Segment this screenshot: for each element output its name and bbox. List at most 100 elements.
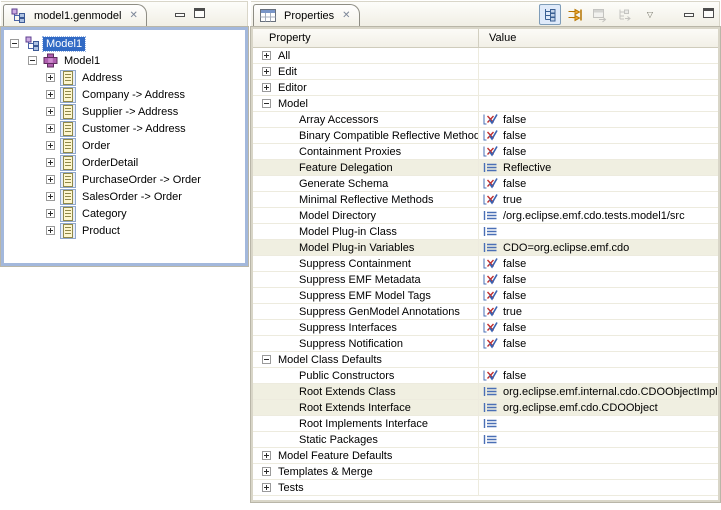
expander-icon[interactable] — [262, 99, 271, 108]
tree-item-label: Model1 — [43, 37, 85, 51]
properties-tabstrip: Properties ✕ — [251, 1, 720, 27]
column-header-value[interactable]: Value — [479, 32, 718, 44]
tree-item[interactable]: Order — [4, 137, 245, 154]
property-row[interactable]: Model Plug-in Variables CDO=org.eclipse.… — [253, 240, 718, 256]
property-row[interactable]: Suppress GenModel Annotations true — [253, 304, 718, 320]
restore-default-value-button[interactable] — [589, 4, 611, 25]
property-row[interactable]: Editor — [253, 80, 718, 96]
minimize-icon[interactable] — [175, 13, 185, 17]
property-value: false — [503, 114, 526, 126]
view-menu-icon: ▽ — [647, 11, 653, 19]
expander-icon[interactable] — [28, 56, 37, 65]
expander-icon[interactable] — [262, 355, 271, 364]
property-row[interactable]: Model Class Defaults — [253, 352, 718, 368]
expander-icon[interactable] — [46, 192, 55, 201]
expander-icon[interactable] — [46, 158, 55, 167]
genmodel-file-icon — [10, 8, 26, 24]
tree-item[interactable]: Model1 — [4, 35, 245, 52]
expander-icon[interactable] — [46, 141, 55, 150]
expander-icon[interactable] — [46, 226, 55, 235]
genmodel-icon — [24, 36, 40, 52]
class-icon — [60, 172, 76, 188]
expander-icon[interactable] — [262, 67, 271, 76]
class-icon — [60, 87, 76, 103]
property-row[interactable]: Containment Proxies false — [253, 144, 718, 160]
class-icon — [60, 121, 76, 137]
tab-properties[interactable]: Properties ✕ — [253, 4, 360, 27]
expander-icon[interactable] — [46, 90, 55, 99]
property-row[interactable]: Array Accessors false — [253, 112, 718, 128]
minimize-icon[interactable] — [684, 13, 694, 17]
expander-icon[interactable] — [46, 73, 55, 82]
expander-icon[interactable] — [262, 83, 271, 92]
show-categories-button[interactable] — [539, 4, 561, 25]
property-row[interactable]: Suppress Interfaces false — [253, 320, 718, 336]
property-name: Suppress GenModel Annotations — [299, 306, 460, 318]
property-name: Public Constructors — [299, 370, 394, 382]
tree-item[interactable]: PurchaseOrder -> Order — [4, 171, 245, 188]
property-row[interactable]: Edit — [253, 64, 718, 80]
property-value: false — [503, 146, 526, 158]
class-icon — [60, 206, 76, 222]
expander-icon[interactable] — [46, 124, 55, 133]
genmodel-tree: Model1 Model1 Address — [1, 27, 248, 266]
tree-item-label: Customer -> Address — [79, 122, 189, 136]
property-row[interactable]: Static Packages — [253, 432, 718, 448]
property-row[interactable]: Model Plug-in Class — [253, 224, 718, 240]
tree-item[interactable]: Model1 — [4, 52, 245, 69]
show-advanced-properties-button[interactable] — [564, 4, 586, 25]
tree-item-label: Order — [79, 139, 113, 153]
property-row[interactable]: Root Extends Interface org.eclipse.emf.c… — [253, 400, 718, 416]
property-row[interactable]: Tests — [253, 480, 718, 496]
tree-item[interactable]: Category — [4, 205, 245, 222]
close-icon[interactable]: ✕ — [342, 10, 350, 21]
column-header-property[interactable]: Property — [253, 29, 479, 47]
property-row[interactable]: Minimal Reflective Methods true — [253, 192, 718, 208]
pin-to-selection-button[interactable] — [614, 4, 636, 25]
tab-model1-genmodel[interactable]: model1.genmodel ✕ — [3, 4, 147, 27]
property-row[interactable]: Suppress Containment false — [253, 256, 718, 272]
properties-header-row: Property Value — [253, 29, 718, 48]
boolean-value-icon — [483, 337, 498, 350]
expander-icon[interactable] — [262, 51, 271, 60]
property-row[interactable]: Suppress Notification false — [253, 336, 718, 352]
property-row[interactable]: Suppress EMF Model Tags false — [253, 288, 718, 304]
tree-item[interactable]: OrderDetail — [4, 154, 245, 171]
property-row[interactable]: Generate Schema false — [253, 176, 718, 192]
tree-item[interactable]: SalesOrder -> Order — [4, 188, 245, 205]
expander-icon[interactable] — [46, 107, 55, 116]
expander-icon[interactable] — [46, 175, 55, 184]
tree-item[interactable]: Company -> Address — [4, 86, 245, 103]
expander-icon[interactable] — [262, 483, 271, 492]
property-row[interactable]: Feature Delegation Reflective — [253, 160, 718, 176]
property-row[interactable]: Binary Compatible Reflective Methods fal… — [253, 128, 718, 144]
property-row[interactable]: Root Extends Class org.eclipse.emf.inter… — [253, 384, 718, 400]
show-categories-icon — [542, 7, 558, 23]
maximize-icon[interactable] — [194, 8, 205, 18]
view-menu-button[interactable]: ▽ — [639, 4, 661, 25]
tree-item[interactable]: Product — [4, 222, 245, 239]
text-value-icon — [483, 401, 498, 414]
expander-icon[interactable] — [262, 467, 271, 476]
close-icon[interactable]: ✕ — [129, 10, 137, 21]
class-icon — [60, 138, 76, 154]
property-row[interactable]: Suppress EMF Metadata false — [253, 272, 718, 288]
property-row[interactable]: All — [253, 48, 718, 64]
maximize-icon[interactable] — [703, 8, 714, 18]
property-row[interactable]: Model Directory /org.eclipse.emf.cdo.tes… — [253, 208, 718, 224]
expander-icon[interactable] — [10, 39, 19, 48]
expander-icon[interactable] — [46, 209, 55, 218]
property-name: Array Accessors — [299, 114, 378, 126]
property-name: Static Packages — [299, 434, 378, 446]
property-row[interactable]: Root Implements Interface — [253, 416, 718, 432]
property-row[interactable]: Model Feature Defaults — [253, 448, 718, 464]
tree-item[interactable]: Address — [4, 69, 245, 86]
class-icon — [60, 70, 76, 86]
tree-item[interactable]: Customer -> Address — [4, 120, 245, 137]
tree-item[interactable]: Supplier -> Address — [4, 103, 245, 120]
expander-icon[interactable] — [262, 451, 271, 460]
property-row[interactable]: Templates & Merge — [253, 464, 718, 480]
property-row[interactable]: Model — [253, 96, 718, 112]
editor-tabstrip: model1.genmodel ✕ — [1, 1, 248, 27]
property-row[interactable]: Public Constructors false — [253, 368, 718, 384]
